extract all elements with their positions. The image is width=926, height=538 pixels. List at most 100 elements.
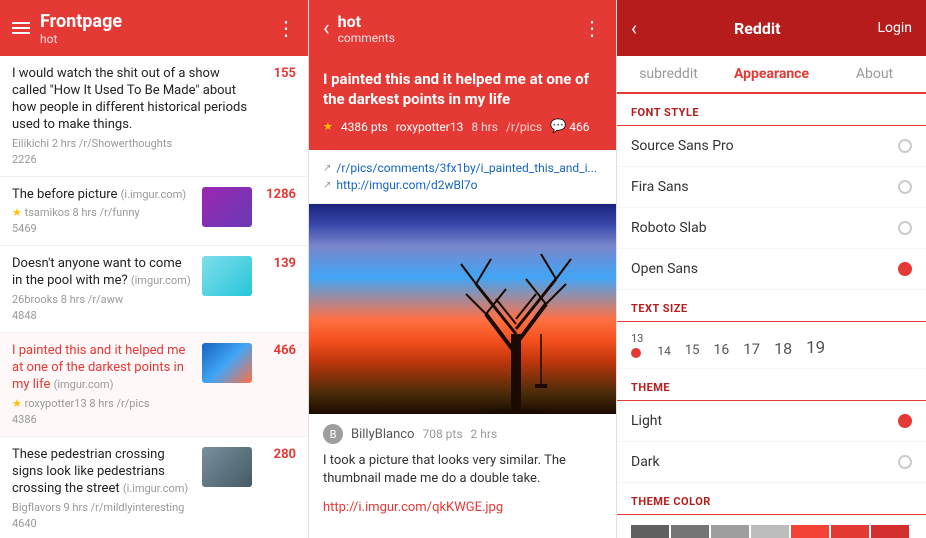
swing-detail	[531, 334, 551, 394]
external-link-icon: ↗	[323, 163, 331, 174]
color-swatch-2[interactable]	[711, 525, 749, 538]
list-item-score2: 2226	[12, 153, 252, 166]
list-item-score2: 5469	[12, 222, 194, 235]
external-link-icon: ↗	[323, 180, 331, 191]
mid-link-2-text: http://imgur.com/d2wBl7o	[336, 178, 477, 192]
back-button[interactable]: ‹	[323, 16, 330, 41]
list-item-meta: ★ tsamikos 8 hrs /r/funny	[12, 206, 194, 219]
mid-post-pts: 4386 pts	[341, 120, 388, 134]
list-item-score: 1286	[260, 187, 296, 202]
text-size-17[interactable]: 17	[743, 340, 760, 358]
text-size-18[interactable]: 18	[774, 339, 792, 358]
font-radio-0[interactable]	[898, 139, 912, 153]
font-radio-2[interactable]	[898, 221, 912, 235]
theme-dark-label: Dark	[631, 454, 660, 470]
color-swatch-6[interactable]	[871, 525, 909, 538]
list-item[interactable]: Doesn't anyone want to come in the pool …	[0, 246, 308, 333]
text-size-label: TEXT SIZE	[617, 290, 926, 322]
mid-more-icon[interactable]: ⋮	[582, 16, 602, 40]
comment-bubble-icon: 💬	[550, 119, 566, 134]
mid-header: ‹ hot comments ⋮	[309, 0, 616, 56]
left-title: Frontpage	[40, 11, 122, 32]
star-icon: ★	[323, 120, 333, 133]
font-radio-3[interactable]	[898, 262, 912, 276]
color-swatch-3[interactable]	[751, 525, 789, 538]
list-item-score2: 4386	[12, 413, 194, 426]
list-item-title: The before picture (i.imgur.com)	[12, 187, 194, 204]
left-header-left: Frontpage hot	[12, 11, 122, 46]
comment-text: I took a picture that looks very similar…	[323, 452, 602, 488]
color-swatch-5[interactable]	[831, 525, 869, 538]
comment-link[interactable]: http://i.imgur.com/qkKWGE.jpg	[323, 500, 503, 515]
theme-label: THEME	[617, 369, 926, 401]
list-item-score2: 4848	[12, 309, 194, 322]
right-content: FONT STYLE Source Sans Pro Fira Sans Rob…	[617, 94, 926, 538]
list-item-domain: (i.imgur.com)	[121, 188, 186, 201]
right-header-title: Reddit	[637, 19, 877, 38]
text-size-selected-dot	[631, 348, 641, 358]
mid-header-title: hot	[338, 12, 582, 31]
text-size-19[interactable]: 19	[806, 338, 825, 358]
tab-about[interactable]: About	[823, 56, 926, 92]
text-size-13-num[interactable]: 13	[631, 332, 643, 345]
list-item-meta: 26brooks 8 hrs /r/aww	[12, 293, 194, 306]
right-tabs: subreddit Appearance About	[617, 56, 926, 94]
tab-appearance[interactable]: Appearance	[720, 56, 823, 92]
mid-post-time: 8 hrs	[471, 120, 498, 134]
right-panel: ‹ Reddit Login subreddit Appearance Abou…	[616, 0, 926, 538]
font-option-1[interactable]: Fira Sans	[617, 167, 926, 208]
color-swatch-1[interactable]	[671, 525, 709, 538]
list-item-thumb	[202, 256, 252, 296]
list-item-meta: Bigflavors 9 hrs /r/mildlyinteresting	[12, 501, 194, 514]
left-header: Frontpage hot ⋮	[0, 0, 308, 56]
mid-panel: ‹ hot comments ⋮ I painted this and it h…	[308, 0, 616, 538]
list-item-score: 139	[260, 256, 296, 271]
font-option-3[interactable]: Open Sans	[617, 249, 926, 290]
text-size-16[interactable]: 16	[714, 342, 730, 358]
mid-link-2[interactable]: ↗ http://imgur.com/d2wBl7o	[323, 178, 602, 192]
font-radio-1[interactable]	[898, 180, 912, 194]
color-grid	[617, 515, 926, 538]
font-option-2-label: Roboto Slab	[631, 220, 707, 236]
font-option-2[interactable]: Roboto Slab	[617, 208, 926, 249]
list-item[interactable]: I would watch the shit out of a show cal…	[0, 56, 308, 177]
left-more-icon[interactable]: ⋮	[276, 16, 296, 40]
list-item[interactable]: The before picture (i.imgur.com) ★ tsami…	[0, 177, 308, 247]
text-size-13[interactable]: 13	[631, 332, 643, 358]
list-item-title: These pedestrian crossing signs look lik…	[12, 447, 194, 498]
list-item-title: I painted this and it helped me at one o…	[12, 343, 194, 394]
theme-radio-dark[interactable]	[898, 455, 912, 469]
comment-author-row: B BillyBlanco 708 pts 2 hrs	[323, 424, 602, 444]
list-item-thumb	[202, 447, 252, 487]
right-header: ‹ Reddit Login	[617, 0, 926, 56]
left-list: I would watch the shit out of a show cal…	[0, 56, 308, 538]
hamburger-icon[interactable]	[12, 22, 30, 34]
mid-image	[309, 204, 616, 414]
tab-subreddit[interactable]: subreddit	[617, 56, 720, 92]
theme-option-dark[interactable]: Dark	[617, 442, 926, 483]
mid-post-sub: /r/pics	[506, 120, 542, 134]
color-swatch-4[interactable]	[791, 525, 829, 538]
login-button[interactable]: Login	[877, 20, 912, 36]
mid-post-user: roxypotter13	[396, 120, 464, 134]
list-item-title-text: The before picture	[12, 187, 117, 202]
left-header-title-wrap: Frontpage hot	[40, 11, 122, 46]
star-icon: ★	[12, 206, 22, 219]
comment-author-name: BillyBlanco	[351, 427, 414, 442]
tree-silhouette-svg	[456, 234, 576, 414]
list-item[interactable]: These pedestrian crossing signs look lik…	[0, 437, 308, 538]
mid-link-1[interactable]: ↗ /r/pics/comments/3fx1by/i_painted_this…	[323, 161, 602, 175]
color-swatch-0[interactable]	[631, 525, 669, 538]
theme-radio-light[interactable]	[898, 414, 912, 428]
list-item[interactable]: I painted this and it helped me at one o…	[0, 333, 308, 437]
mid-comment-section: B BillyBlanco 708 pts 2 hrs I took a pic…	[309, 414, 616, 538]
mid-post-meta: ★ 4386 pts roxypotter13 8 hrs /r/pics 💬 …	[323, 119, 602, 134]
text-size-15[interactable]: 15	[685, 343, 700, 358]
mid-links: ↗ /r/pics/comments/3fx1by/i_painted_this…	[309, 150, 616, 204]
font-option-0[interactable]: Source Sans Pro	[617, 126, 926, 167]
list-item-content: Doesn't anyone want to come in the pool …	[12, 256, 194, 322]
theme-option-light[interactable]: Light	[617, 401, 926, 442]
left-panel: Frontpage hot ⋮ I would watch the shit o…	[0, 0, 308, 538]
text-size-14[interactable]: 14	[657, 344, 671, 358]
text-size-section: 13 14 15 16 17 18 19	[617, 322, 926, 369]
